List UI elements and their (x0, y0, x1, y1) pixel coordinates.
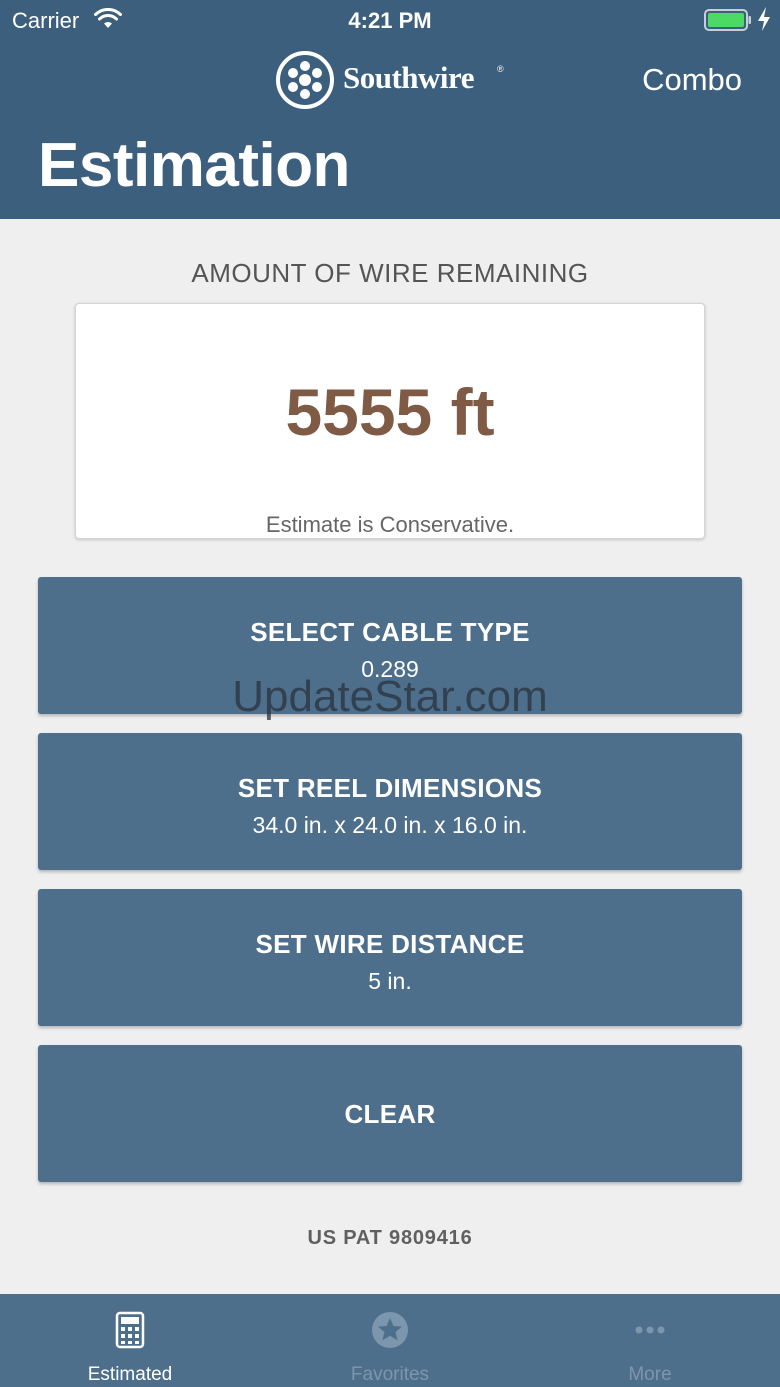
wire-remaining-value: 5555 ft (285, 375, 495, 449)
status-bar: Carrier 4:21 PM (0, 0, 780, 40)
page-title: Estimation (38, 131, 350, 200)
select-cable-type-button[interactable]: SELECT CABLE TYPE 0.289 (38, 577, 742, 714)
clear-label: CLEAR (344, 1099, 436, 1129)
status-time: 4:21 PM (348, 8, 432, 33)
star-icon (372, 1312, 408, 1348)
battery-icon (704, 9, 751, 31)
tab-more-label: More (628, 1364, 672, 1385)
southwire-logo: Southwire ® (275, 50, 507, 110)
patent-label: US PAT 9809416 (307, 1227, 473, 1249)
set-reel-dimensions-button[interactable]: SET REEL DIMENSIONS 34.0 in. x 24.0 in. … (38, 733, 742, 870)
wire-remaining-card: 5555 ft Estimate is Conservative. (75, 303, 705, 539)
logo-text: Southwire (343, 60, 475, 95)
cable-type-value: 0.289 (361, 656, 419, 682)
tab-estimated-label: Estimated (87, 1364, 173, 1385)
set-wire-distance-button[interactable]: SET WIRE DISTANCE 5 in. (38, 889, 742, 1026)
tab-bar: Estimated Favorites More (0, 1294, 780, 1387)
wire-distance-value: 5 in. (368, 968, 412, 994)
app-header: Carrier 4:21 PM Southwire ® Combo Estima… (0, 0, 780, 219)
combo-button[interactable]: Combo (642, 62, 742, 98)
wire-remaining-label: AMOUNT OF WIRE REMAINING (191, 258, 589, 288)
estimate-note: Estimate is Conservative. (265, 512, 515, 537)
tab-more[interactable]: More (520, 1294, 780, 1387)
set-wire-distance-label: SET WIRE DISTANCE (255, 929, 525, 959)
logo-registered-mark: ® (497, 64, 504, 74)
southwire-logo-mark-icon (276, 51, 334, 109)
charging-bolt-icon (758, 7, 770, 31)
tab-favorites-label: Favorites (350, 1364, 430, 1385)
calculator-icon (115, 1311, 145, 1349)
clear-button[interactable]: CLEAR (38, 1045, 742, 1182)
select-cable-type-label: SELECT CABLE TYPE (250, 617, 530, 647)
set-reel-dimensions-label: SET REEL DIMENSIONS (237, 773, 543, 803)
more-dots-icon (635, 1326, 665, 1334)
tab-favorites[interactable]: Favorites (260, 1294, 520, 1387)
reel-dimensions-value: 34.0 in. x 24.0 in. x 16.0 in. (252, 812, 528, 838)
tab-estimated[interactable]: Estimated (0, 1294, 260, 1387)
